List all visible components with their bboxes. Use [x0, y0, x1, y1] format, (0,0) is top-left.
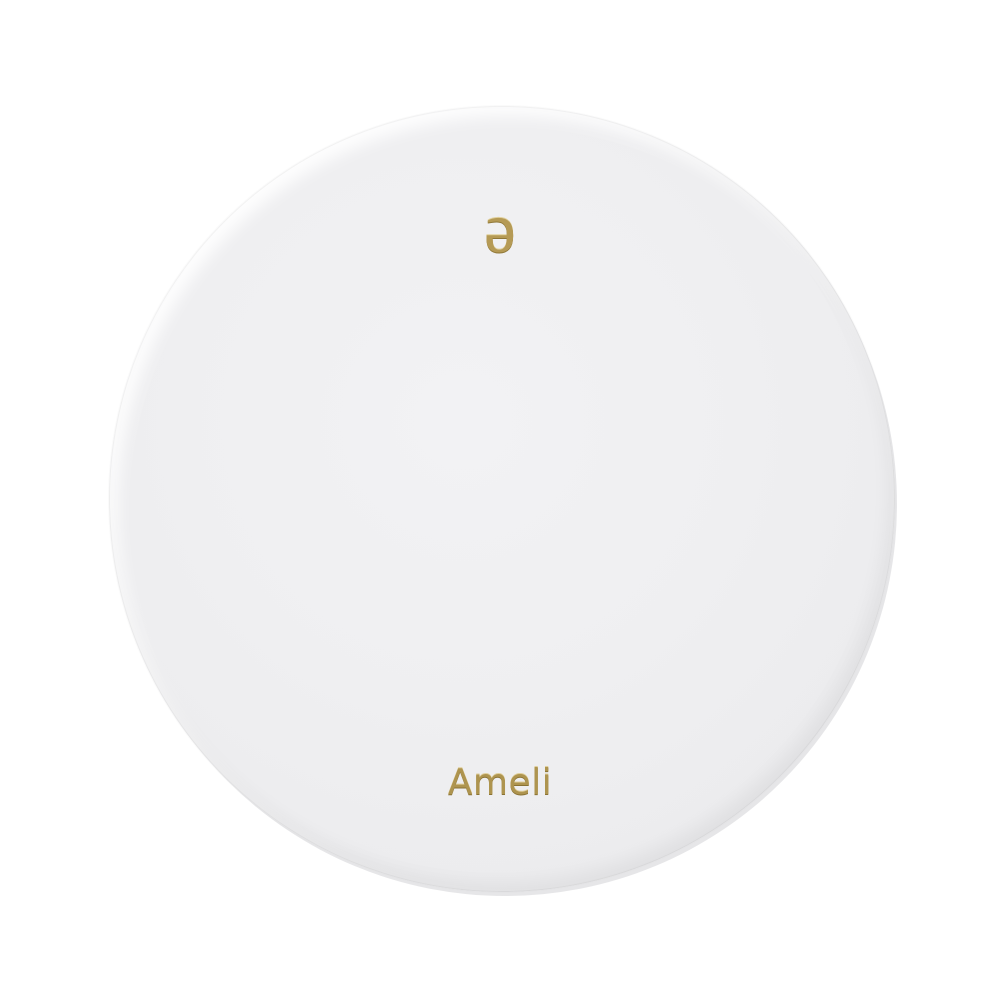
brand-wordmark: Ameli	[447, 762, 553, 803]
brand-monogram: ə	[484, 188, 516, 268]
product-photo: ə Ameli	[0, 0, 1000, 1000]
